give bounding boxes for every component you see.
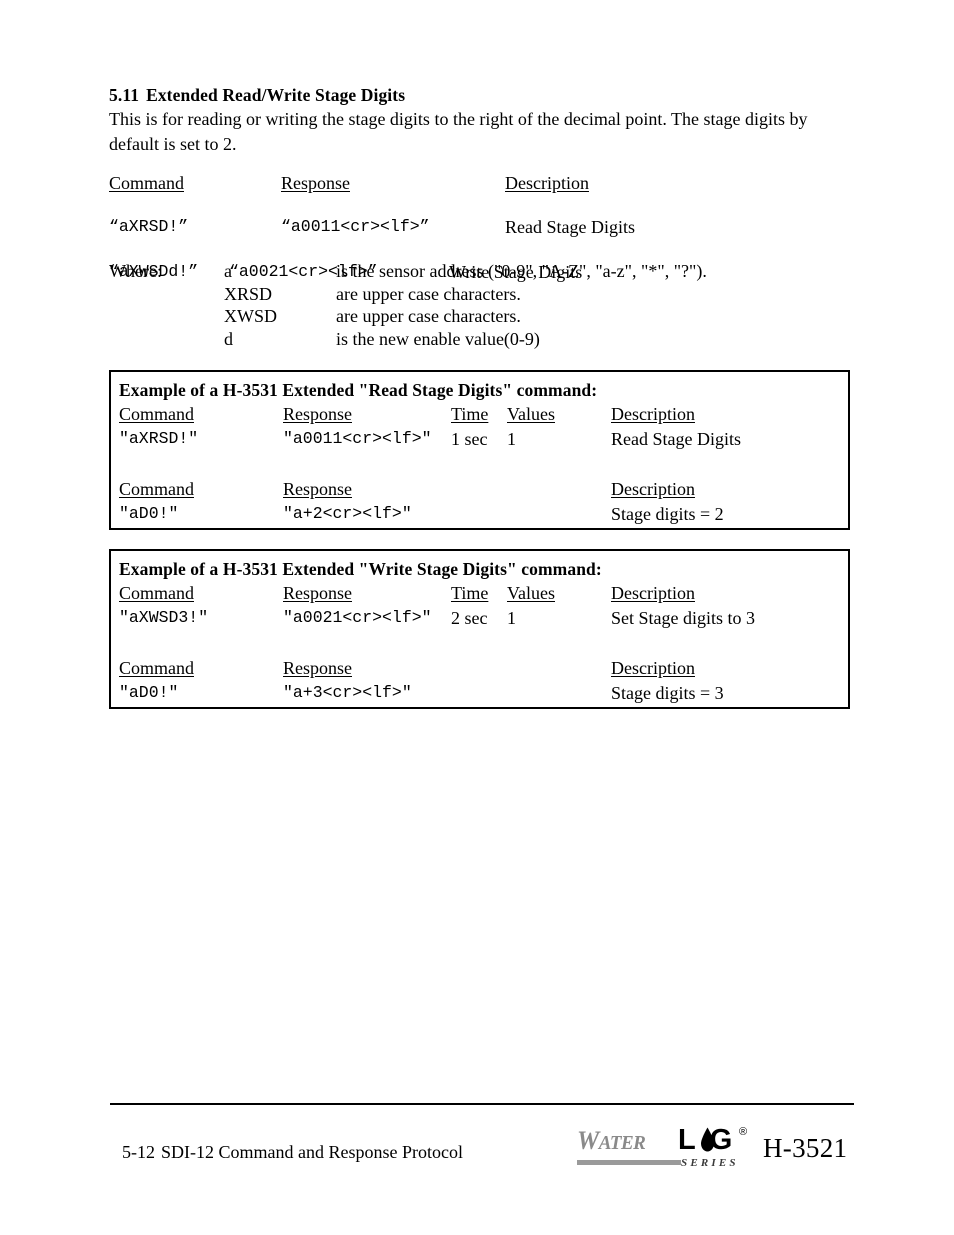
- water-drop-icon: [701, 1127, 714, 1152]
- header-values: Values: [507, 404, 555, 424]
- footer-page-number: 5-12: [122, 1142, 155, 1162]
- table-header-row: Command Response Description: [109, 173, 851, 195]
- header-command: Command: [109, 173, 184, 193]
- cell-command: "aD0!": [119, 504, 179, 523]
- header-response: Response: [281, 173, 350, 193]
- header-description: Description: [505, 173, 589, 193]
- header-description: Description: [611, 479, 695, 499]
- section-heading: 5.11 Extended Read/Write Stage Digits: [109, 85, 405, 106]
- cell-description: Stage digits = 2: [611, 504, 724, 524]
- cell-command: "aXWSD3!": [119, 608, 209, 627]
- example-box-write-stage-digits: Example of a H-3531 Extended "Write Stag…: [109, 549, 850, 709]
- where-term: XWSD: [224, 306, 277, 326]
- where-desc: are upper case characters.: [336, 306, 521, 326]
- cell-description: Set Stage digits to 3: [611, 608, 755, 628]
- waterlog-logo: WATER LG ® SERIES: [577, 1126, 755, 1176]
- example-header-row: Command Response Time Values Description: [111, 583, 848, 605]
- footer-left-text: 5-12 SDI-12 Command and Response Protocol: [122, 1142, 463, 1163]
- cell-command: "aD0!": [119, 683, 179, 702]
- example-data-row: "aXWSD3!" "a0021<cr><lf>" 2 sec 1 Set St…: [111, 608, 848, 630]
- cell-values: 1: [507, 608, 516, 628]
- where-term: XRSD: [224, 283, 273, 304]
- cell-time: 1 sec: [451, 429, 488, 449]
- logo-water-wordmark: WATER: [577, 1126, 646, 1156]
- example-box-title: Example of a H-3531 Extended "Read Stage…: [119, 380, 598, 400]
- logo-underbar: [577, 1160, 681, 1165]
- cell-time: 2 sec: [451, 608, 488, 628]
- header-command: Command: [119, 404, 194, 424]
- cell-response: “a0011<cr><lf>”: [281, 217, 430, 236]
- header-description: Description: [611, 658, 695, 678]
- header-time: Time: [451, 404, 489, 424]
- footer-model-number: H-3521: [763, 1133, 848, 1163]
- header-description: Description: [611, 583, 695, 603]
- where-label: Where:: [109, 261, 162, 281]
- example-data-row: "aXRSD!" "a0011<cr><lf>" 1 sec 1 Read St…: [111, 429, 848, 451]
- registered-trademark-icon: ®: [739, 1126, 748, 1138]
- cell-response: "a+3<cr><lf>": [283, 683, 412, 702]
- header-response: Response: [283, 404, 352, 424]
- where-row: XWSD are upper case characters.: [109, 306, 851, 329]
- where-term: a: [224, 261, 232, 281]
- cell-description: Stage digits = 3: [611, 683, 724, 703]
- logo-water-rest: ATER: [598, 1132, 646, 1155]
- where-row: Where: a is the sensor address ("0-9", "…: [109, 261, 851, 284]
- header-response: Response: [283, 658, 352, 678]
- example-data-row: "aD0!" "a+3<cr><lf>" Stage digits = 3: [111, 683, 848, 705]
- cell-description: Read Stage Digits: [611, 429, 741, 449]
- footer-chapter-title: SDI-12 Command and Response Protocol: [161, 1142, 463, 1162]
- where-definitions-block: Where: a is the sensor address ("0-9", "…: [109, 261, 851, 351]
- section-title: Extended Read/Write Stage Digits: [146, 85, 406, 105]
- where-desc: is the sensor address ("0-9", "A-Z", "a-…: [336, 261, 707, 281]
- header-description: Description: [611, 404, 695, 424]
- example-header-row: Command Response Description: [111, 658, 848, 680]
- cell-description: Read Stage Digits: [505, 217, 635, 237]
- header-command: Command: [119, 583, 194, 603]
- logo-series-text: SERIES: [681, 1157, 739, 1169]
- header-command: Command: [119, 479, 194, 499]
- cell-values: 1: [507, 429, 516, 449]
- cell-response: "a0011<cr><lf>": [283, 429, 432, 448]
- example-box-read-stage-digits: Example of a H-3531 Extended "Read Stage…: [109, 370, 850, 530]
- footer-divider: [110, 1103, 854, 1105]
- header-command: Command: [119, 658, 194, 678]
- command-summary-table: Command Response Description “aXRSD!” “a…: [109, 173, 851, 282]
- header-values: Values: [507, 583, 555, 603]
- logo-water-initial: W: [577, 1126, 599, 1156]
- cell-response: "a0021<cr><lf>": [283, 608, 432, 627]
- header-time: Time: [451, 583, 489, 603]
- header-response: Response: [283, 479, 352, 499]
- example-box-title: Example of a H-3531 Extended "Write Stag…: [119, 559, 602, 579]
- example-header-row: Command Response Time Values Description: [111, 404, 848, 426]
- example-header-row: Command Response Description: [111, 479, 848, 501]
- where-desc: are upper case characters.: [336, 283, 521, 304]
- cell-response: "a+2<cr><lf>": [283, 504, 412, 523]
- cell-command: "aXRSD!": [119, 429, 199, 448]
- section-intro-paragraph: This is for reading or writing the stage…: [109, 109, 808, 154]
- example-data-row: "aD0!" "a+2<cr><lf>" Stage digits = 2: [111, 504, 848, 526]
- where-row: XRSD are upper case characters.: [109, 284, 851, 307]
- cell-command: “aXRSD!”: [109, 217, 189, 236]
- document-page: 5.11 Extended Read/Write Stage Digits Thi…: [0, 0, 954, 1235]
- where-row: d is the new enable value(0-9): [109, 329, 851, 352]
- where-desc: is the new enable value(0-9): [336, 328, 540, 349]
- section-number: 5.11: [109, 85, 140, 105]
- table-row: “aXRSD!” “a0011<cr><lf>” Read Stage Digi…: [109, 217, 851, 239]
- where-term: d: [224, 328, 233, 349]
- header-response: Response: [283, 583, 352, 603]
